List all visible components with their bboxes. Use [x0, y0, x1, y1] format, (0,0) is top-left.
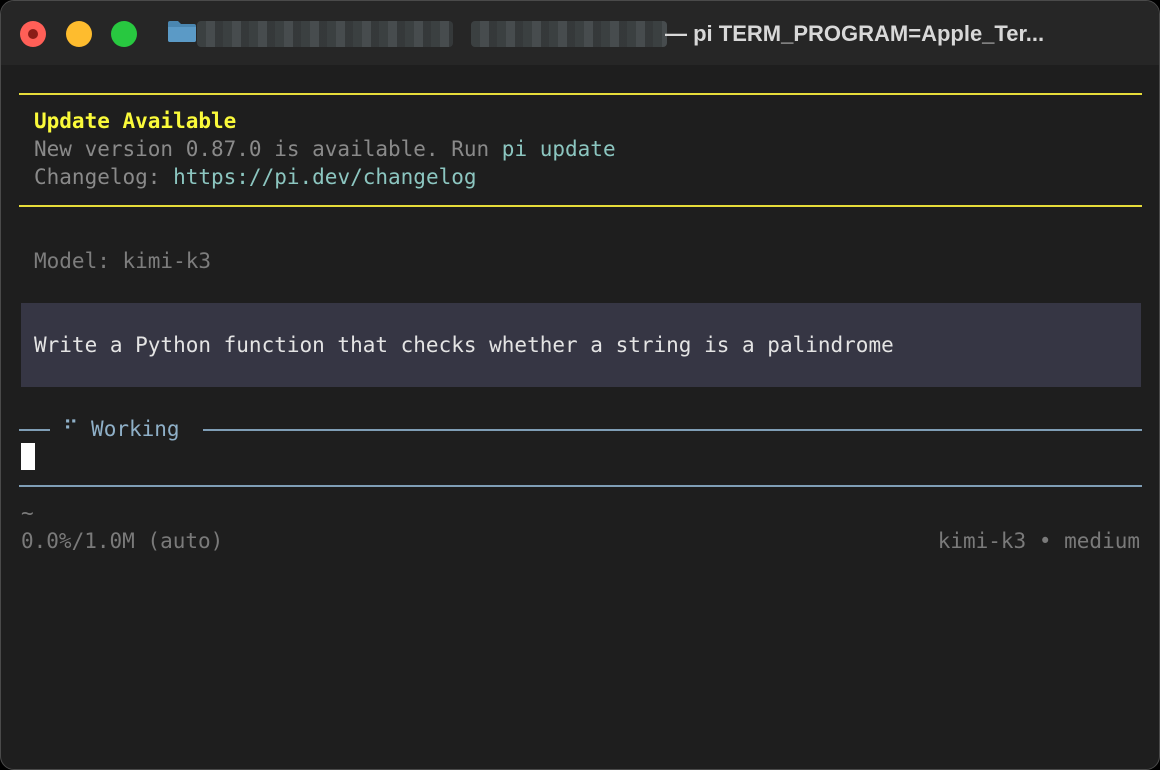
redacted-path-block: [471, 21, 667, 47]
update-version-text: New version 0.87.0 is available. Run: [34, 137, 502, 161]
terminal-window: — pi TERM_PROGRAM=Apple_Ter... Update Av…: [0, 0, 1160, 770]
changelog-label: Changelog:: [34, 165, 174, 189]
input-cursor[interactable]: [21, 443, 35, 470]
update-bottom-rule: [19, 205, 1142, 207]
window-title: — pi TERM_PROGRAM=Apple_Ter...: [665, 21, 1045, 46]
model-line: Model: kimi-k3: [34, 249, 212, 273]
user-message-text: Write a Python function that checks whet…: [34, 333, 894, 357]
folder-icon: [168, 21, 196, 42]
spinner-icon: ⠋: [63, 417, 79, 441]
working-rule-left: [19, 429, 50, 431]
update-version-line: New version 0.87.0 is available. Run pi …: [34, 135, 616, 163]
model-status: kimi-k3 • medium: [937, 529, 1140, 553]
working-status: ⠋ Working: [63, 415, 180, 443]
update-title: Update Available: [34, 109, 237, 133]
close-button[interactable]: [20, 21, 46, 47]
minimize-button[interactable]: [66, 21, 92, 47]
update-command: pi update: [501, 137, 616, 161]
zoom-button[interactable]: [111, 21, 137, 47]
update-top-rule: [19, 93, 1142, 95]
title-bar: — pi TERM_PROGRAM=Apple_Ter...: [1, 1, 1159, 65]
changelog-link[interactable]: https://pi.dev/changelog: [173, 165, 476, 189]
changelog-line: Changelog: https://pi.dev/changelog: [34, 163, 477, 191]
context-usage: 0.0%/1.0M (auto): [21, 529, 224, 553]
input-bottom-rule: [19, 485, 1142, 487]
cwd-indicator: ~: [21, 501, 34, 525]
redacted-path-block: [197, 21, 453, 47]
working-label: Working: [91, 417, 180, 441]
working-rule-right: [203, 429, 1142, 431]
